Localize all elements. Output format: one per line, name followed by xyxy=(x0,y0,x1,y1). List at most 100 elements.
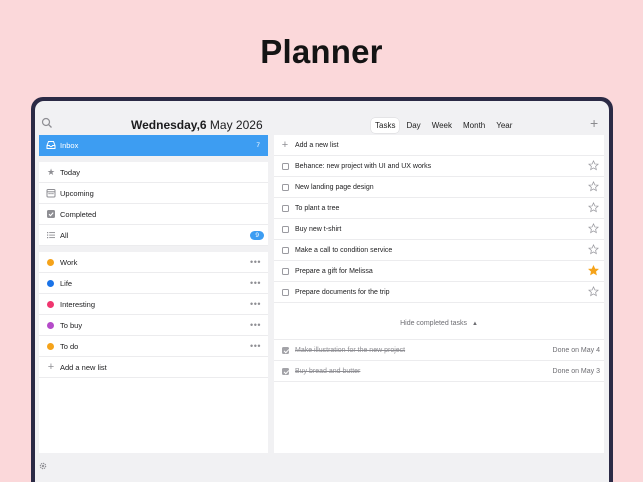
date-weekday: Wednesday,6 xyxy=(131,118,207,132)
more-icon[interactable]: ••• xyxy=(250,320,261,330)
sidebar-item-label: Today xyxy=(60,167,81,177)
task-row[interactable]: New landing page design xyxy=(274,177,604,198)
calendar-icon xyxy=(46,189,56,198)
hide-completed-label: Hide completed tasks xyxy=(400,320,467,327)
star-icon: ★ xyxy=(46,167,56,177)
star-filled-icon[interactable] xyxy=(588,265,599,276)
inbox-count: 7 xyxy=(256,142,260,149)
date-month-year: May 2026 xyxy=(206,118,263,132)
app-screen: Wednesday,6 May 2026 Tasks Day Week Mont… xyxy=(35,101,609,482)
task-label: Prepare documents for the trip xyxy=(295,288,390,296)
task-row[interactable]: To plant a tree xyxy=(274,198,604,219)
more-icon[interactable]: ••• xyxy=(250,278,261,288)
task-checkbox[interactable] xyxy=(282,163,289,170)
tab-year[interactable]: Year xyxy=(492,118,516,133)
hide-completed-toggle[interactable]: Hide completed tasks ▲ xyxy=(274,320,604,327)
add-task-list-button[interactable]: + Add a new list xyxy=(274,135,604,156)
add-icon[interactable]: + xyxy=(590,116,598,130)
task-label: Make a call to condition service xyxy=(295,246,393,254)
tab-tasks[interactable]: Tasks xyxy=(371,118,400,133)
task-checkbox[interactable] xyxy=(282,289,289,296)
star-icon[interactable] xyxy=(588,286,599,297)
list-item-label: Work xyxy=(60,257,78,267)
star-icon[interactable] xyxy=(588,181,599,192)
date-title: Wednesday,6 May 2026 xyxy=(131,118,263,132)
list-item-label: To buy xyxy=(60,320,83,330)
star-icon[interactable] xyxy=(588,202,599,213)
sidebar-item-completed[interactable]: Completed xyxy=(39,204,268,225)
task-checkbox[interactable] xyxy=(282,247,289,254)
page-headline: Planner xyxy=(260,33,383,70)
list-item-label: To do xyxy=(60,341,79,351)
search-icon[interactable] xyxy=(41,117,53,129)
task-row[interactable]: Prepare documents for the trip xyxy=(274,282,604,303)
sidebar-item-label: Inbox xyxy=(60,141,79,150)
list-item-work[interactable]: Work ••• xyxy=(39,252,268,273)
task-panel: + Add a new list Behance: new project wi… xyxy=(274,135,604,453)
list-item-to-buy[interactable]: To buy ••• xyxy=(39,315,268,336)
task-label: New landing page design xyxy=(295,183,374,191)
task-label: Behance: new project with UI and UX work… xyxy=(295,162,432,170)
list-color-dot xyxy=(47,301,54,308)
add-list-button[interactable]: + Add a new list xyxy=(39,357,268,378)
add-list-label: Add a new list xyxy=(60,362,107,372)
more-icon[interactable]: ••• xyxy=(250,299,261,309)
task-checkbox-checked[interactable] xyxy=(282,368,289,375)
sidebar-item-label: Upcoming xyxy=(60,188,94,198)
caret-up-icon: ▲ xyxy=(471,321,478,327)
list-item-label: Interesting xyxy=(60,299,96,309)
more-icon[interactable]: ••• xyxy=(250,257,261,267)
list-item-to-do[interactable]: To do ••• xyxy=(39,336,268,357)
tab-day[interactable]: Day xyxy=(402,118,424,133)
sidebar-item-upcoming[interactable]: Upcoming xyxy=(39,183,268,204)
add-list-label: Add a new list xyxy=(295,141,339,149)
star-icon[interactable] xyxy=(588,160,599,171)
sidebar-item-all[interactable]: All 9 xyxy=(39,225,268,246)
sidebar-item-label: Completed xyxy=(60,209,97,219)
tab-week[interactable]: Week xyxy=(428,118,456,133)
task-checkbox[interactable] xyxy=(282,205,289,212)
top-bar: Wednesday,6 May 2026 Tasks Day Week Mont… xyxy=(35,101,609,134)
completed-task-row[interactable]: Make illustration for the new project Do… xyxy=(274,340,604,361)
task-label: Make illustration for the new project xyxy=(295,346,406,354)
list-color-dot xyxy=(47,259,54,266)
all-count-badge: 9 xyxy=(250,230,264,240)
star-icon[interactable] xyxy=(588,244,599,255)
task-label: Prepare a gift for Melissa xyxy=(295,267,373,275)
list-item-label: Life xyxy=(60,278,73,288)
sidebar: Inbox 7 ★ Today Upcoming Completed All 9… xyxy=(39,135,268,453)
more-icon[interactable]: ••• xyxy=(250,341,261,351)
sidebar-item-inbox[interactable]: Inbox 7 xyxy=(39,135,268,156)
check-icon xyxy=(47,210,55,218)
list-color-dot xyxy=(47,322,54,329)
task-checkbox[interactable] xyxy=(282,226,289,233)
list-color-dot xyxy=(47,343,54,350)
tablet-frame: Wednesday,6 May 2026 Tasks Day Week Mont… xyxy=(31,97,613,482)
task-row[interactable]: Buy new t-shirt xyxy=(274,219,604,240)
done-date: Done on May 3 xyxy=(552,367,600,375)
list-color-dot xyxy=(47,280,54,287)
plus-icon: + xyxy=(47,361,55,373)
done-date: Done on May 4 xyxy=(552,346,600,354)
task-label: To plant a tree xyxy=(295,204,340,212)
task-row[interactable]: Behance: new project with UI and UX work… xyxy=(274,156,604,177)
task-checkbox[interactable] xyxy=(282,184,289,191)
gear-icon[interactable] xyxy=(38,461,48,471)
completed-task-row[interactable]: Buy bread and butter Done on May 3 xyxy=(274,361,604,382)
tab-month[interactable]: Month xyxy=(459,118,489,133)
inbox-icon xyxy=(46,141,56,149)
list-item-interesting[interactable]: Interesting ••• xyxy=(39,294,268,315)
task-row[interactable]: Make a call to condition service xyxy=(274,240,604,261)
task-label: Buy new t-shirt xyxy=(295,225,342,233)
plus-icon: + xyxy=(281,139,289,151)
sidebar-item-today[interactable]: ★ Today xyxy=(39,162,268,183)
task-row[interactable]: Prepare a gift for Melissa xyxy=(274,261,604,282)
task-checkbox[interactable] xyxy=(282,268,289,275)
view-tabs: Tasks Day Week Month Year xyxy=(371,118,516,133)
completed-tasks: Make illustration for the new project Do… xyxy=(274,339,604,382)
star-icon[interactable] xyxy=(588,223,599,234)
sidebar-item-label: All xyxy=(60,230,69,240)
task-label: Buy bread and butter xyxy=(295,367,361,375)
list-item-life[interactable]: Life ••• xyxy=(39,273,268,294)
task-checkbox-checked[interactable] xyxy=(282,347,289,354)
